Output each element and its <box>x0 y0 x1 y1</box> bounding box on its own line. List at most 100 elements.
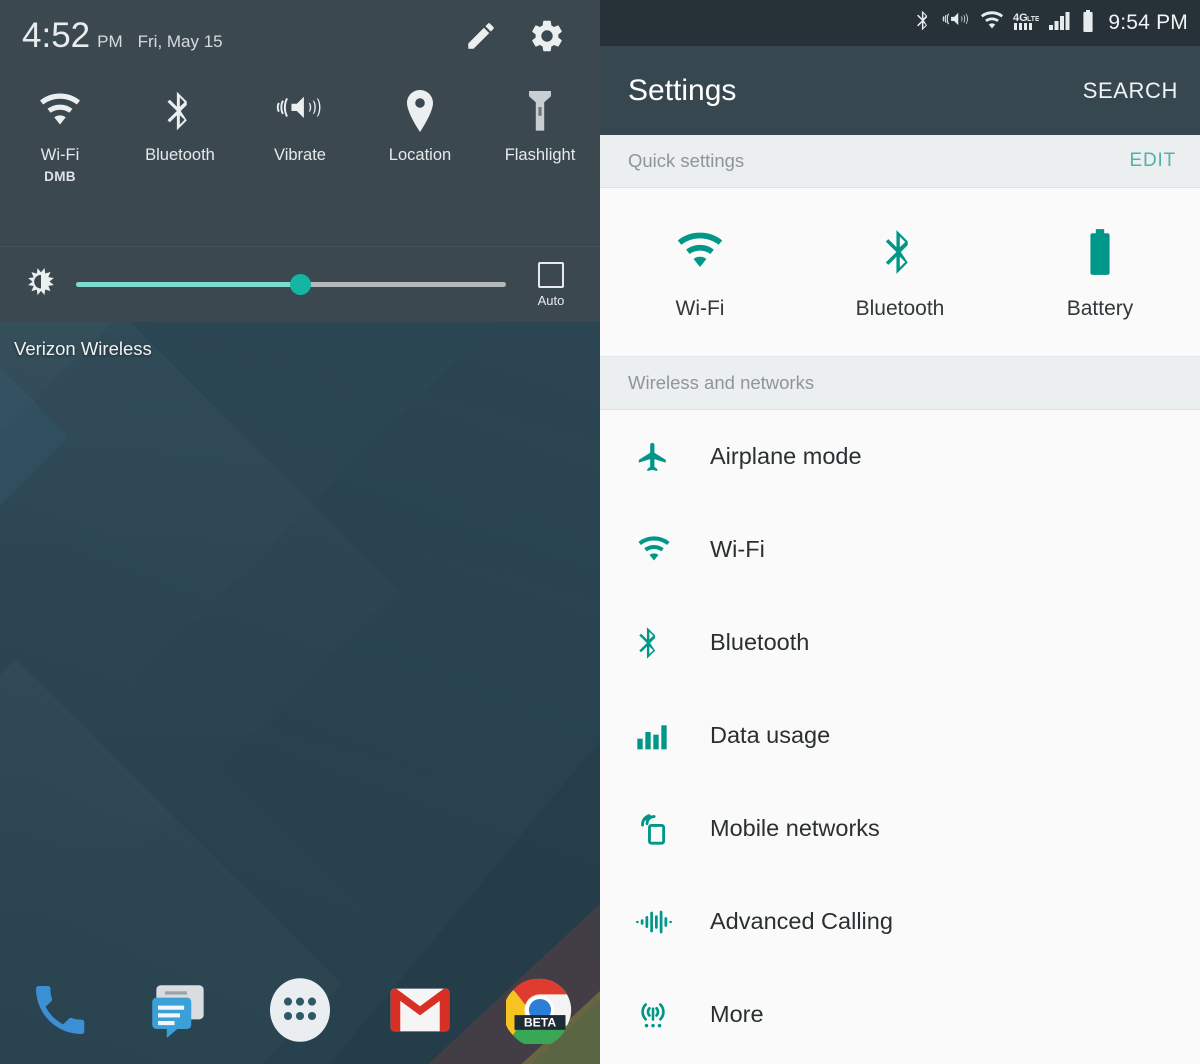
search-button[interactable]: SEARCH <box>1083 78 1178 104</box>
section-label: Quick settings <box>628 150 745 171</box>
auto-brightness-label: Auto <box>537 292 565 308</box>
left-phone-homescreen: 4:52 PM Fri, May 15 Wi-Fi DMB Bluetooth … <box>0 0 600 1064</box>
quick-tile-bluetooth[interactable]: Bluetooth <box>120 78 240 184</box>
settings-gear-icon[interactable] <box>528 17 566 55</box>
list-item-mobile-networks[interactable]: Mobile networks <box>600 782 1200 875</box>
list-item-label: Airplane mode <box>710 443 862 469</box>
shade-header-actions <box>464 17 600 55</box>
quick-tile-label: Wi-Fi <box>40 146 80 164</box>
home-dock: BETA <box>0 960 600 1064</box>
list-item-advanced-calling[interactable]: Advanced Calling <box>600 875 1200 968</box>
wireless-section-bar: Wireless and networks <box>600 357 1200 410</box>
status-bar-time: 9:54 PM <box>1108 11 1188 34</box>
slider-knob[interactable] <box>289 274 311 295</box>
dock-item-chrome-beta[interactable]: BETA <box>480 976 600 1049</box>
quick-settings-tile-label: Wi-Fi <box>675 297 725 320</box>
airplane-icon <box>636 440 702 474</box>
vibrate-status-icon <box>941 10 971 37</box>
carrier-label: Verizon Wireless <box>14 338 152 359</box>
list-item-data-usage[interactable]: Data usage <box>600 689 1200 782</box>
advanced-calling-icon <box>636 908 702 936</box>
quick-tile-label: Flashlight <box>504 146 576 164</box>
bluetooth-icon <box>636 625 702 661</box>
quick-tile-label: Vibrate <box>274 146 326 164</box>
quick-tile-location[interactable]: Location <box>360 78 480 184</box>
phone-icon <box>28 978 92 1047</box>
dock-item-phone[interactable] <box>0 978 120 1047</box>
data-usage-icon <box>636 721 702 751</box>
list-item-label: Advanced Calling <box>710 908 893 934</box>
brightness-row: Auto <box>0 246 600 322</box>
location-pin-icon <box>404 88 436 134</box>
dual-phone-screenshot: 4:52 PM Fri, May 15 Wi-Fi DMB Bluetooth … <box>0 0 1200 1064</box>
list-item-label: More <box>710 1001 764 1027</box>
bluetooth-status-icon <box>915 8 932 38</box>
battery-status-icon <box>1081 9 1095 38</box>
brightness-icon <box>18 265 64 305</box>
signal-bars-status-icon <box>1048 10 1072 37</box>
dock-item-gmail[interactable] <box>360 978 480 1047</box>
dock-item-app-drawer[interactable] <box>240 974 360 1051</box>
clock-time: 4:52 <box>22 16 91 55</box>
messages-icon <box>147 977 213 1048</box>
app-bar: Settings SEARCH <box>600 46 1200 135</box>
status-bar: 4G LTE 9:54 PM <box>600 0 1200 46</box>
list-item-label: Bluetooth <box>710 629 810 655</box>
dock-item-messages[interactable] <box>120 977 240 1048</box>
list-item-label: Wi-Fi <box>710 536 765 562</box>
svg-text:4G: 4G <box>1013 12 1028 24</box>
list-item-more[interactable]: More <box>600 968 1200 1061</box>
wifi-icon <box>37 88 83 134</box>
bluetooth-icon <box>881 223 919 281</box>
battery-icon <box>1085 223 1115 281</box>
gmail-icon <box>388 978 452 1047</box>
wifi-status-icon <box>980 10 1004 36</box>
list-item-bluetooth[interactable]: Bluetooth <box>600 596 1200 689</box>
list-item-label: Mobile networks <box>710 815 880 841</box>
clock-date: Fri, May 15 <box>137 32 223 51</box>
section-label: Wireless and networks <box>628 372 815 393</box>
quick-tile-label: Location <box>388 146 452 164</box>
quick-tile-wifi[interactable]: Wi-Fi DMB <box>0 78 120 184</box>
slider-fill <box>76 282 300 287</box>
shade-header: 4:52 PM Fri, May 15 <box>0 0 600 72</box>
chrome-beta-icon: BETA <box>503 976 574 1049</box>
quick-toggle-tiles: Wi-Fi DMB Bluetooth Vibrate Location Fla… <box>0 72 600 184</box>
quick-tile-vibrate[interactable]: Vibrate <box>240 78 360 184</box>
svg-text:BETA: BETA <box>524 1015 556 1029</box>
wifi-icon <box>636 535 702 564</box>
quick-settings-tile-wifi[interactable]: Wi-Fi <box>600 223 800 321</box>
mobile-networks-icon <box>636 812 702 846</box>
quick-settings-tile-battery[interactable]: Battery <box>1000 223 1200 321</box>
list-item-airplane-mode[interactable]: Airplane mode <box>600 410 1200 503</box>
quick-settings-section-bar: Quick settings EDIT <box>600 135 1200 188</box>
list-item-label: Data usage <box>710 722 831 748</box>
edit-button[interactable]: EDIT <box>1130 150 1176 172</box>
more-networks-icon <box>636 998 702 1032</box>
checkbox-icon <box>538 261 564 288</box>
vibrate-icon <box>274 88 326 134</box>
brightness-slider[interactable] <box>76 270 506 300</box>
quick-tile-label: Bluetooth <box>145 146 215 164</box>
clock-ampm: PM <box>97 32 123 51</box>
quick-settings-tile-label: Battery <box>1066 297 1134 320</box>
right-phone-settings-app: 4G LTE 9:54 PM Settings SEARCH Quick set… <box>600 0 1200 1064</box>
settings-list: Airplane mode Wi-Fi Bluetooth Data usage… <box>600 410 1200 1061</box>
4glte-status-icon: 4G LTE <box>1013 10 1040 37</box>
quick-tile-flashlight[interactable]: Flashlight <box>480 78 600 184</box>
quick-settings-tile-bluetooth[interactable]: Bluetooth <box>800 223 1000 321</box>
svg-text:LTE: LTE <box>1027 16 1039 23</box>
auto-brightness-toggle[interactable]: Auto <box>520 261 582 308</box>
flashlight-icon <box>527 88 553 134</box>
app-drawer-icon <box>264 974 336 1051</box>
notification-shade: 4:52 PM Fri, May 15 Wi-Fi DMB Bluetooth … <box>0 0 600 322</box>
quick-settings-tile-label: Bluetooth <box>855 297 945 320</box>
edit-pencil-icon[interactable] <box>464 19 498 53</box>
quick-settings-grid: Wi-Fi Bluetooth Battery <box>600 188 1200 357</box>
quick-tile-sublabel: DMB <box>44 169 76 184</box>
shade-clock[interactable]: 4:52 PM Fri, May 15 <box>0 16 223 56</box>
wifi-icon <box>674 223 726 281</box>
list-item-wifi[interactable]: Wi-Fi <box>600 503 1200 596</box>
bluetooth-icon <box>163 88 197 134</box>
page-title: Settings <box>628 73 737 107</box>
